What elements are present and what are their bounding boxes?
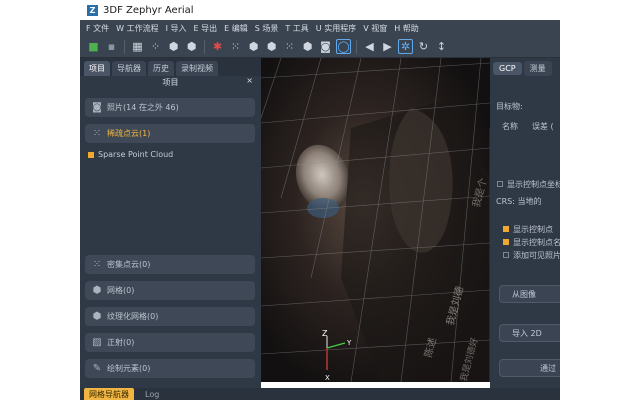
dense-cloud-icon: ⁙ (92, 259, 102, 270)
select-grid-icon[interactable]: ▦ (130, 39, 145, 54)
toolbar-divider (204, 39, 205, 54)
cube-icon[interactable]: ⬢ (166, 39, 181, 54)
close-icon[interactable]: × (246, 76, 253, 85)
camera-icon: ◙ (92, 102, 102, 113)
sparse-cloud-icon: ⁙ (92, 128, 102, 139)
bottom-action-button[interactable]: 通过 (499, 359, 560, 377)
right-tab-strip: GCP 测量 (490, 58, 560, 78)
panel-title-text: 项目 (162, 77, 179, 87)
toolbar-divider (356, 39, 357, 54)
tab-navigator[interactable]: 导航器 (112, 61, 146, 76)
bottom-tab-strip: 网格导航器 Log (80, 387, 560, 400)
tab-measure[interactable]: 测量 (523, 60, 552, 76)
add-visible-photos-label: 添加可见照片 (513, 251, 560, 260)
mesh-icon: ⬢ (92, 285, 102, 296)
textured-mesh-label: 纹理化网格(0) (107, 312, 159, 321)
menu-view[interactable]: V 视窗 (363, 23, 387, 34)
textured-mesh-section[interactable]: ⬢ 纹理化网格(0) (85, 307, 255, 326)
show-point-names-checkbox[interactable] (503, 239, 509, 245)
photos-label: 照片(14 在之外 46) (107, 103, 179, 112)
sparse-point-cloud-item[interactable]: Sparse Point Cloud (88, 150, 173, 159)
crs-label: CRS: 当地的 (496, 197, 542, 206)
sparse-point-cloud-label: Sparse Point Cloud (98, 150, 174, 159)
texture-icon[interactable]: ⬢ (264, 39, 279, 54)
project-panel: 项目 导航器 历史 录制视频 项目 × ◙ 照片(14 在之外 46) ⁙ 稀疏… (80, 58, 261, 388)
title-bar: Z 3DF Zephyr Aerial (80, 0, 560, 20)
viewport-scene: 我是刘德 陈述 我是个 我是刘德好 Z Y X (261, 58, 490, 382)
column-name: 名称 (502, 122, 518, 131)
import-2d-button[interactable]: 导入 2D (499, 324, 560, 342)
ortho-label: 正射(0) (107, 338, 135, 347)
new-project-icon[interactable]: ■ (86, 39, 101, 54)
menu-tools[interactable]: T 工具 (285, 23, 308, 34)
tab-history[interactable]: 历史 (148, 61, 174, 76)
point-cloud-icon[interactable]: ⁘ (148, 39, 163, 54)
point-select-icon[interactable]: ⁙ (228, 39, 243, 54)
sparse-select-icon[interactable]: ⁙ (282, 39, 297, 54)
show-point-names-label: 显示控制点名 (513, 238, 560, 247)
mask-region (307, 198, 339, 218)
left-tab-strip: 项目 导航器 历史 录制视频 (80, 58, 261, 76)
mesh-section[interactable]: ⬢ 网格(0) (85, 281, 255, 300)
menu-utilities[interactable]: U 实用程序 (316, 23, 356, 34)
drawing-icon: ✎ (92, 363, 102, 374)
ortho-image-icon: ▨ (92, 337, 102, 348)
panel-title: 项目 × (80, 76, 261, 88)
dense-cloud-label: 密集点云(0) (107, 260, 151, 269)
menu-import[interactable]: I 导入 (166, 23, 187, 34)
toolbar-divider (124, 39, 125, 54)
rotate-icon[interactable]: ↻ (416, 39, 431, 54)
column-error: 误差 ( (532, 122, 554, 131)
menu-help[interactable]: H 帮助 (394, 23, 419, 34)
photos-section[interactable]: ◙ 照片(14 在之外 46) (85, 98, 255, 117)
app-logo-icon: Z (87, 4, 98, 16)
sparse-cloud-label: 稀疏点云(1) (107, 129, 151, 138)
show-points-label: 显示控制点 (513, 225, 553, 234)
show-coords-label: 显示控制点坐标 (507, 180, 560, 189)
gcp-panel: GCP 测量 目标物: 名称 误差 ( 显示控制点坐标 CRS: 当地的 显示控… (490, 58, 560, 388)
textured-mesh-icon: ⬢ (92, 311, 102, 322)
mesh-icon[interactable]: ⬢ (246, 39, 261, 54)
vertical-move-icon[interactable]: ↕ (434, 39, 449, 54)
save-icon[interactable]: ▪ (104, 39, 119, 54)
dense-cloud-section[interactable]: ⁙ 密集点云(0) (85, 255, 255, 274)
navigation-mode-icon[interactable]: ✲ (398, 39, 413, 54)
photo-camera-icon[interactable]: ◙ (318, 39, 333, 54)
menu-file[interactable]: F 文件 (86, 23, 109, 34)
sparse-cloud-section[interactable]: ⁙ 稀疏点云(1) (85, 124, 255, 143)
box-icon[interactable]: ⬢ (300, 39, 315, 54)
axis-label-z: Z (322, 329, 328, 338)
tab-project[interactable]: 项目 (84, 61, 110, 76)
toolbar: ■ ▪ ▦ ⁘ ⬢ ⬢ ✱ ⁙ ⬢ ⬢ ⁙ ⬢ ◙ ◯ ◀ ▶ ✲ ↻ ↕ (80, 36, 560, 58)
menu-edit[interactable]: E 编辑 (224, 23, 248, 34)
drawing-elements-label: 绘制元素(0) (107, 364, 151, 373)
visibility-checkbox[interactable] (88, 151, 94, 158)
menu-export[interactable]: E 导出 (194, 23, 218, 34)
menu-bar: F 文件 W 工作流程 I 导入 E 导出 E 编辑 S 场景 T 工具 U 实… (80, 20, 560, 36)
from-image-button[interactable]: 从图像 (499, 285, 560, 303)
tab-mesh-navigator[interactable]: 网格导航器 (84, 387, 134, 400)
show-coords-checkbox[interactable] (497, 181, 503, 187)
axis-label-x: X (325, 374, 330, 382)
mesh-label: 网格(0) (107, 286, 135, 295)
3d-viewport[interactable]: 我是刘德 陈述 我是个 我是刘德好 Z Y X (261, 58, 490, 382)
add-visible-photos-checkbox[interactable] (503, 252, 509, 258)
undo-arrow-icon[interactable]: ◀ (362, 39, 377, 54)
window-title: 3DF Zephyr Aerial (103, 4, 194, 16)
drawing-elements-section[interactable]: ✎ 绘制元素(0) (85, 359, 255, 378)
target-label: 目标物: (496, 102, 523, 111)
tab-gcp[interactable]: GCP (493, 61, 522, 75)
menu-scene[interactable]: S 场景 (255, 23, 279, 34)
ortho-section[interactable]: ▨ 正射(0) (85, 333, 255, 352)
menu-workflow[interactable]: W 工作流程 (116, 23, 158, 34)
cube-solid-icon[interactable]: ⬢ (184, 39, 199, 54)
redo-arrow-icon[interactable]: ▶ (380, 39, 395, 54)
tab-log[interactable]: Log (140, 389, 164, 400)
show-points-checkbox[interactable] (503, 226, 509, 232)
tab-record-video[interactable]: 录制视频 (176, 61, 218, 76)
axis-label-y: Y (346, 339, 352, 347)
camera-rig-icon[interactable]: ✱ (210, 39, 225, 54)
orbit-icon[interactable]: ◯ (336, 39, 351, 54)
